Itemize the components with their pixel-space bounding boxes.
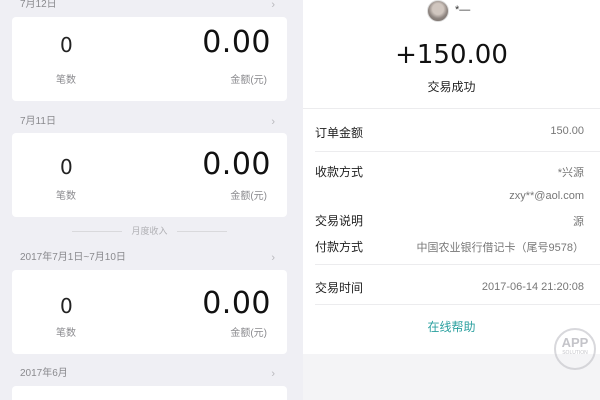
transaction-count-label: 笔数 bbox=[56, 328, 76, 339]
section-header-label: 2017年6月 bbox=[20, 368, 68, 379]
transaction-count: 0 bbox=[60, 33, 73, 57]
divider bbox=[303, 108, 600, 109]
order-amount-label: 订单金额 bbox=[315, 126, 364, 140]
section-header-jul1-10[interactable]: 2017年7月1日~7月10日 › bbox=[12, 247, 287, 269]
summary-card-jul12[interactable]: 0 笔数 0.00 金额(元) bbox=[12, 17, 287, 101]
payment-method-value: 中国农业银行借记卡（尾号9578） bbox=[416, 242, 584, 254]
watermark-sub: SOLUTION bbox=[562, 350, 588, 356]
amount-value: 0.00 bbox=[202, 286, 271, 321]
chevron-right-icon: › bbox=[271, 368, 275, 380]
section-header-jul12[interactable]: 7月12日 › bbox=[12, 0, 287, 16]
transaction-count: 0 bbox=[60, 155, 73, 179]
summary-card-jul1-10[interactable]: 0 笔数 0.00 金额(元) bbox=[12, 270, 287, 354]
transaction-count: 0 bbox=[60, 294, 73, 318]
divider bbox=[315, 151, 600, 152]
divider bbox=[315, 264, 600, 265]
summary-card-jul11[interactable]: 0 笔数 0.00 金额(元) bbox=[12, 133, 287, 217]
amount-label: 金额(元) bbox=[230, 191, 267, 202]
summary-card-jun[interactable] bbox=[12, 386, 287, 400]
chevron-right-icon: › bbox=[271, 252, 275, 264]
payee-account-value: zxy**@aol.com bbox=[509, 190, 584, 202]
order-amount-value: 150.00 bbox=[550, 125, 584, 137]
amount-value: 0.00 bbox=[202, 147, 271, 182]
payee-name: *— bbox=[455, 4, 471, 16]
payee-avatar[interactable] bbox=[427, 0, 449, 22]
transaction-time-value: 2017-06-14 21:20:08 bbox=[481, 281, 584, 293]
watermark-main: APP bbox=[561, 335, 589, 350]
transaction-amount: +150.00 bbox=[395, 40, 508, 70]
transaction-count-label: 笔数 bbox=[56, 75, 76, 86]
chevron-right-icon: › bbox=[271, 116, 275, 128]
transaction-time-label: 交易时间 bbox=[315, 281, 364, 295]
chevron-right-icon: › bbox=[271, 0, 275, 11]
divider-label: 月度收入 bbox=[131, 226, 168, 236]
transaction-count-label: 笔数 bbox=[56, 191, 76, 202]
amount-value: 0.00 bbox=[202, 25, 271, 60]
payment-method-label: 付款方式 bbox=[315, 240, 364, 254]
divider bbox=[315, 304, 600, 305]
transaction-detail-card: *— +150.00 交易成功 订单金额 150.00 收款方式 *兴源 zxy… bbox=[303, 0, 600, 354]
section-header-jun[interactable]: 2017年6月 › bbox=[12, 363, 287, 385]
section-header-label: 7月11日 bbox=[20, 116, 56, 127]
section-header-label: 2017年7月1日~7月10日 bbox=[20, 252, 126, 263]
payee-method-label: 收款方式 bbox=[315, 165, 364, 179]
transaction-detail-panel: *— +150.00 交易成功 订单金额 150.00 收款方式 *兴源 zxy… bbox=[303, 0, 600, 400]
daily-income-list: 7月12日 › 0 笔数 0.00 金额(元) 7月11日 › 0 笔数 0.0… bbox=[0, 0, 287, 400]
payee-method-value: *兴源 bbox=[557, 167, 584, 179]
amount-label: 金额(元) bbox=[230, 328, 267, 339]
monthly-income-divider: 月度收入 bbox=[12, 224, 287, 238]
amount-label: 金额(元) bbox=[230, 75, 267, 86]
transaction-note-value: 源 bbox=[573, 216, 584, 228]
app-solution-watermark: APP SOLUTION bbox=[554, 328, 596, 370]
section-header-label: 7月12日 bbox=[20, 0, 57, 10]
transaction-note-label: 交易说明 bbox=[315, 214, 364, 228]
section-header-jul11[interactable]: 7月11日 › bbox=[12, 111, 287, 133]
transaction-status: 交易成功 bbox=[427, 80, 476, 94]
